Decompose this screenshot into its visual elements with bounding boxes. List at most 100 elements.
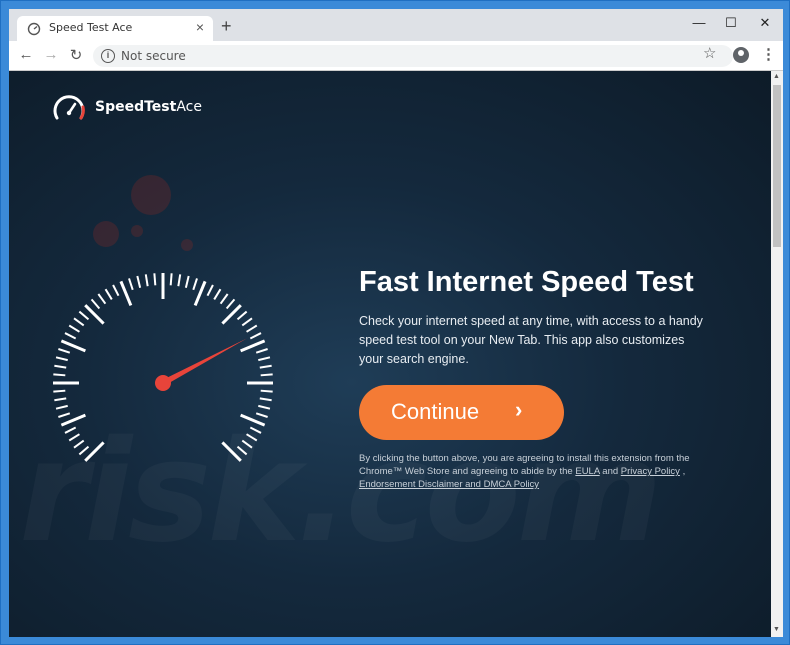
gauge-tick: [55, 404, 68, 410]
gauge-tick: [221, 304, 242, 325]
gauge-tick: [119, 280, 133, 306]
endorsement-link[interactable]: Endorsement Disclaimer and DMCA Policy: [359, 479, 539, 490]
scroll-up-icon[interactable]: ▲: [773, 73, 780, 80]
page-content: risk.com SpeedTestAce Fast Internet Spee…: [9, 71, 771, 637]
watermark-dot: [181, 239, 193, 251]
gauge-tick: [55, 356, 68, 362]
browser-tab[interactable]: Speed Test Ace ×: [17, 16, 213, 41]
browser-window: Speed Test Ace × + — ☐ ✕ ← → ↻ i Not sec…: [0, 0, 790, 645]
close-window-button[interactable]: ✕: [755, 15, 775, 31]
star-icon[interactable]: ☆: [703, 44, 716, 62]
legal-text: By clicking the button above, you are ag…: [359, 452, 719, 491]
legal-and: and: [602, 466, 619, 477]
gauge-tick: [58, 348, 71, 354]
gauge-tick: [53, 389, 66, 393]
menu-icon[interactable]: ⋮: [761, 45, 776, 63]
gauge-tick: [241, 317, 253, 327]
speed-gauge: [53, 273, 273, 462]
gauge-tick: [236, 445, 248, 456]
continue-label: Continue: [391, 399, 480, 424]
gauge-tick: [78, 445, 90, 456]
gauge-tick: [73, 317, 85, 327]
reload-icon[interactable]: ↻: [67, 46, 85, 64]
gauge-tick: [58, 412, 71, 418]
gauge-tick: [84, 304, 105, 325]
gauge-tick: [219, 293, 229, 305]
gauge-tick: [112, 284, 120, 297]
gauge-tick: [169, 273, 173, 286]
gauge-tick: [68, 324, 80, 333]
minimize-button[interactable]: —: [689, 15, 709, 30]
logo-light: Ace: [176, 99, 202, 115]
gauge-tick: [255, 412, 268, 418]
gauge-tick: [136, 275, 142, 288]
scrollbar[interactable]: ▲ ▼: [771, 71, 783, 637]
gauge-tick: [192, 278, 198, 291]
info-icon[interactable]: i: [101, 49, 115, 63]
address-bar[interactable]: i Not secure: [93, 45, 733, 67]
eula-link[interactable]: EULA: [575, 466, 599, 477]
gauge-tick: [258, 356, 271, 362]
gauge-tick: [153, 273, 157, 286]
speedometer-icon: [27, 22, 41, 36]
forward-icon[interactable]: →: [42, 46, 60, 63]
speedometer-icon: [53, 95, 85, 120]
privacy-policy-link[interactable]: Privacy Policy: [621, 466, 680, 477]
gauge-tick: [184, 275, 190, 288]
account-icon[interactable]: [733, 47, 749, 63]
watermark-dot: [93, 221, 119, 247]
gauge-tick: [144, 274, 149, 287]
gauge-tick: [54, 364, 67, 369]
chevron-right-icon: ›: [515, 397, 523, 422]
gauge-needle: [161, 338, 247, 386]
gauge-tick: [259, 364, 272, 369]
gauge-tick: [54, 397, 67, 402]
gauge-tick: [193, 280, 207, 306]
gauge-tick: [240, 413, 266, 427]
gauge-tick: [68, 433, 80, 442]
gauge-tick: [60, 413, 86, 427]
description: Check your internet speed at any time, w…: [359, 314, 703, 366]
gauge-tick: [260, 389, 273, 393]
gauge-tick: [246, 433, 258, 442]
close-tab-icon[interactable]: ×: [196, 19, 204, 35]
gauge-tick: [128, 278, 134, 291]
logo[interactable]: SpeedTestAce: [51, 93, 202, 128]
gauge-tick: [78, 310, 90, 321]
gauge-tick: [236, 310, 248, 321]
gauge-tick: [64, 426, 77, 434]
legal-comma: ,: [682, 466, 686, 477]
gauge-tick: [241, 439, 253, 449]
gauge-tick: [258, 404, 271, 410]
new-tab-button[interactable]: +: [221, 17, 232, 35]
gauge-tick: [84, 441, 105, 462]
logo-bold: SpeedTest: [95, 99, 177, 115]
gauge-tick: [60, 339, 86, 353]
maximize-button[interactable]: ☐: [721, 15, 741, 31]
title-bar: Speed Test Ace × + — ☐ ✕: [9, 9, 783, 41]
gauge-tick: [225, 298, 236, 310]
back-icon[interactable]: ←: [17, 46, 35, 63]
browser-toolbar: ← → ↻ i Not secure ☆ ⋮: [9, 41, 783, 71]
gauge-tick: [255, 348, 268, 354]
gauge-tick: [260, 373, 273, 377]
logo-text: SpeedTestAce: [95, 99, 202, 115]
continue-button[interactable]: Continue ›: [359, 385, 564, 440]
scroll-down-icon[interactable]: ▼: [773, 626, 780, 633]
scroll-thumb[interactable]: [773, 85, 781, 247]
gauge-tick: [221, 441, 242, 462]
gauge-tick: [97, 293, 107, 305]
gauge-tick: [259, 397, 272, 402]
gauge-tick: [177, 274, 182, 287]
gauge-tick: [249, 332, 262, 340]
gauge-tick: [64, 332, 77, 340]
tab-title: Speed Test Ace: [49, 21, 133, 34]
watermark-dot: [131, 175, 171, 215]
gauge-tick: [53, 373, 66, 377]
page-title: Fast Internet Speed Test: [359, 266, 694, 298]
gauge-tick: [104, 288, 113, 300]
gauge-tick: [249, 426, 262, 434]
gauge-tick: [206, 284, 214, 297]
gauge-tick: [246, 324, 258, 333]
security-status: Not secure: [121, 49, 186, 63]
